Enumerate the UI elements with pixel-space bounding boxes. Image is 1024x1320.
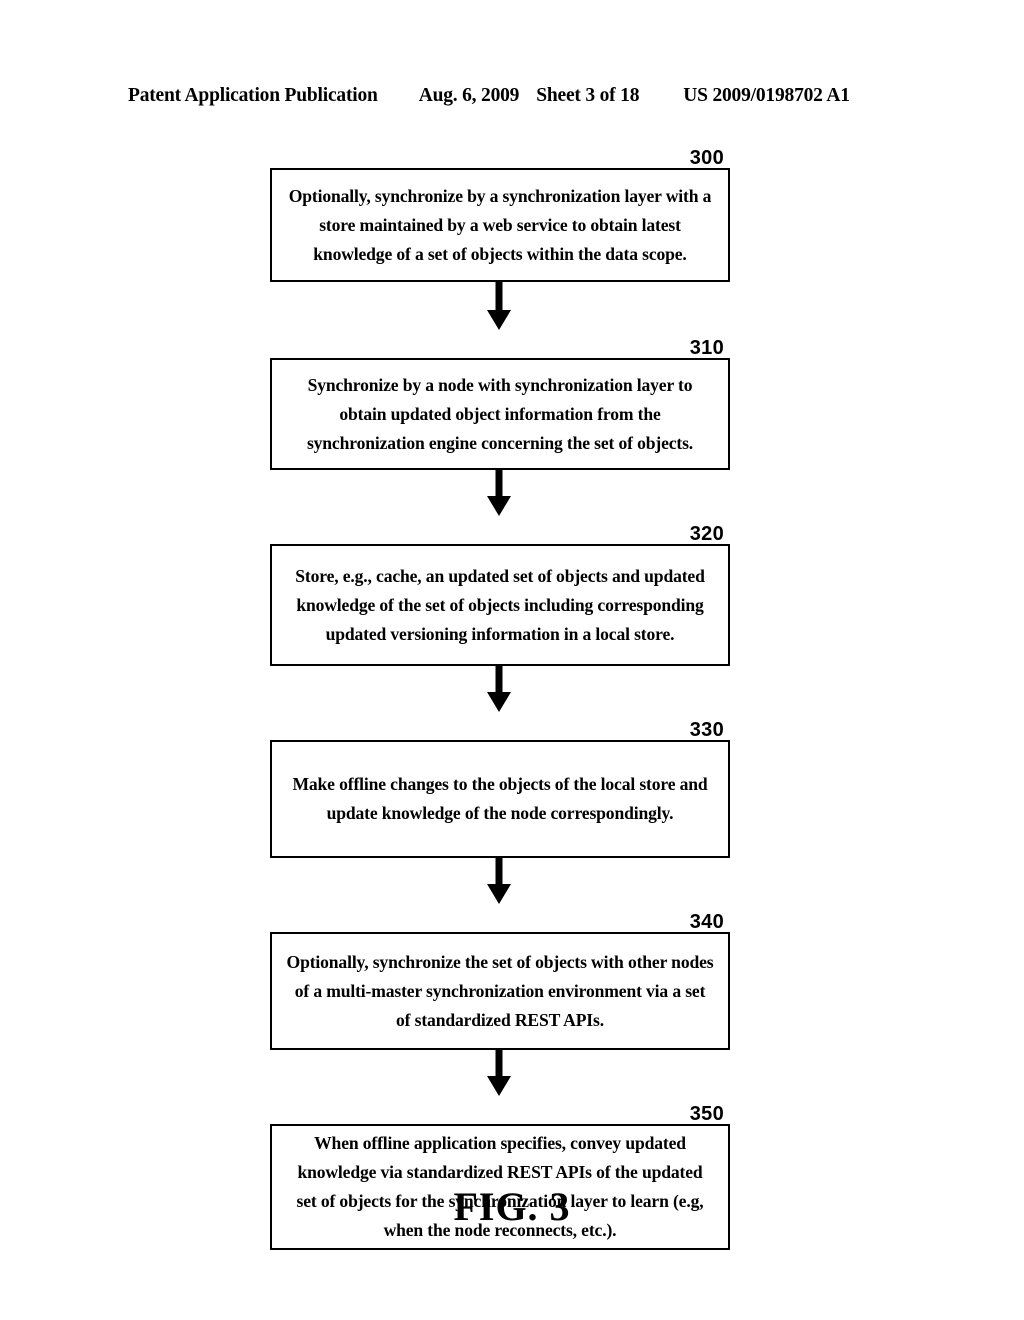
arrow-head xyxy=(487,884,511,904)
connector-arrow-340-to-350 xyxy=(270,1050,730,1096)
reference-numeral-350: 350 xyxy=(689,1103,724,1125)
arrow-head xyxy=(487,692,511,712)
flowchart-step-310: 310 Synchronize by a node with synchroni… xyxy=(270,330,730,470)
connector-arrow-300-to-310 xyxy=(270,282,730,330)
flowchart-step-330: 330 Make offline changes to the objects … xyxy=(270,712,730,858)
reference-numeral-310: 310 xyxy=(689,337,724,359)
ref-row-330: 330 xyxy=(270,712,730,740)
step-box-340: Optionally, synchronize the set of objec… xyxy=(270,932,730,1050)
down-arrow-icon xyxy=(487,1050,511,1096)
step-box-320: Store, e.g., cache, an updated set of ob… xyxy=(270,544,730,666)
step-text-300: Optionally, synchronize by a synchroniza… xyxy=(288,185,712,264)
step-text-310: Synchronize by a node with synchronizati… xyxy=(306,374,694,453)
arrow-head xyxy=(487,496,511,516)
step-text-330: Make offline changes to the objects of t… xyxy=(292,774,708,823)
reference-numeral-330: 330 xyxy=(689,719,724,741)
arrow-shaft xyxy=(495,666,503,693)
step-text-340: Optionally, synchronize the set of objec… xyxy=(286,951,714,1030)
step-box-310: Synchronize by a node with synchronizati… xyxy=(270,358,730,470)
flowchart-step-300: 300 Optionally, synchronize by a synchro… xyxy=(270,140,730,282)
ref-row-310: 310 xyxy=(270,330,730,358)
step-box-330: Make offline changes to the objects of t… xyxy=(270,740,730,858)
header-date-label: Aug. 6, 2009 xyxy=(418,85,520,106)
flowchart-diagram: 300 Optionally, synchronize by a synchro… xyxy=(270,140,730,1250)
down-arrow-icon xyxy=(487,282,511,330)
connector-arrow-320-to-330 xyxy=(270,666,730,712)
down-arrow-icon xyxy=(487,666,511,712)
header-sheet-label: Sheet 3 of 18 xyxy=(536,85,640,106)
down-arrow-icon xyxy=(487,470,511,516)
flowchart-step-340: 340 Optionally, synchronize the set of o… xyxy=(270,904,730,1050)
header-patent-number: US 2009/0198702 A1 xyxy=(683,85,850,106)
arrow-shaft xyxy=(495,470,503,497)
reference-numeral-300: 300 xyxy=(689,147,724,169)
arrow-shaft xyxy=(495,858,503,885)
down-arrow-icon xyxy=(487,858,511,904)
ref-row-350: 350 xyxy=(270,1096,730,1124)
flowchart-step-320: 320 Store, e.g., cache, an updated set o… xyxy=(270,516,730,666)
page-header: Patent Application Publication Aug. 6, 2… xyxy=(128,85,896,107)
reference-numeral-340: 340 xyxy=(689,911,724,933)
ref-row-340: 340 xyxy=(270,904,730,932)
header-publication-label: Patent Application Publication xyxy=(128,85,378,106)
figure-caption: FIG. 3 xyxy=(453,1184,571,1229)
ref-row-300: 300 xyxy=(270,140,730,168)
connector-arrow-310-to-320 xyxy=(270,470,730,516)
arrow-head xyxy=(487,1076,511,1096)
arrow-shaft xyxy=(495,282,503,311)
arrow-shaft xyxy=(495,1050,503,1077)
arrow-head xyxy=(487,310,511,330)
connector-arrow-330-to-340 xyxy=(270,858,730,904)
step-text-320: Store, e.g., cache, an updated set of ob… xyxy=(295,565,705,644)
reference-numeral-320: 320 xyxy=(689,523,724,545)
ref-row-320: 320 xyxy=(270,516,730,544)
step-box-300: Optionally, synchronize by a synchroniza… xyxy=(270,168,730,282)
